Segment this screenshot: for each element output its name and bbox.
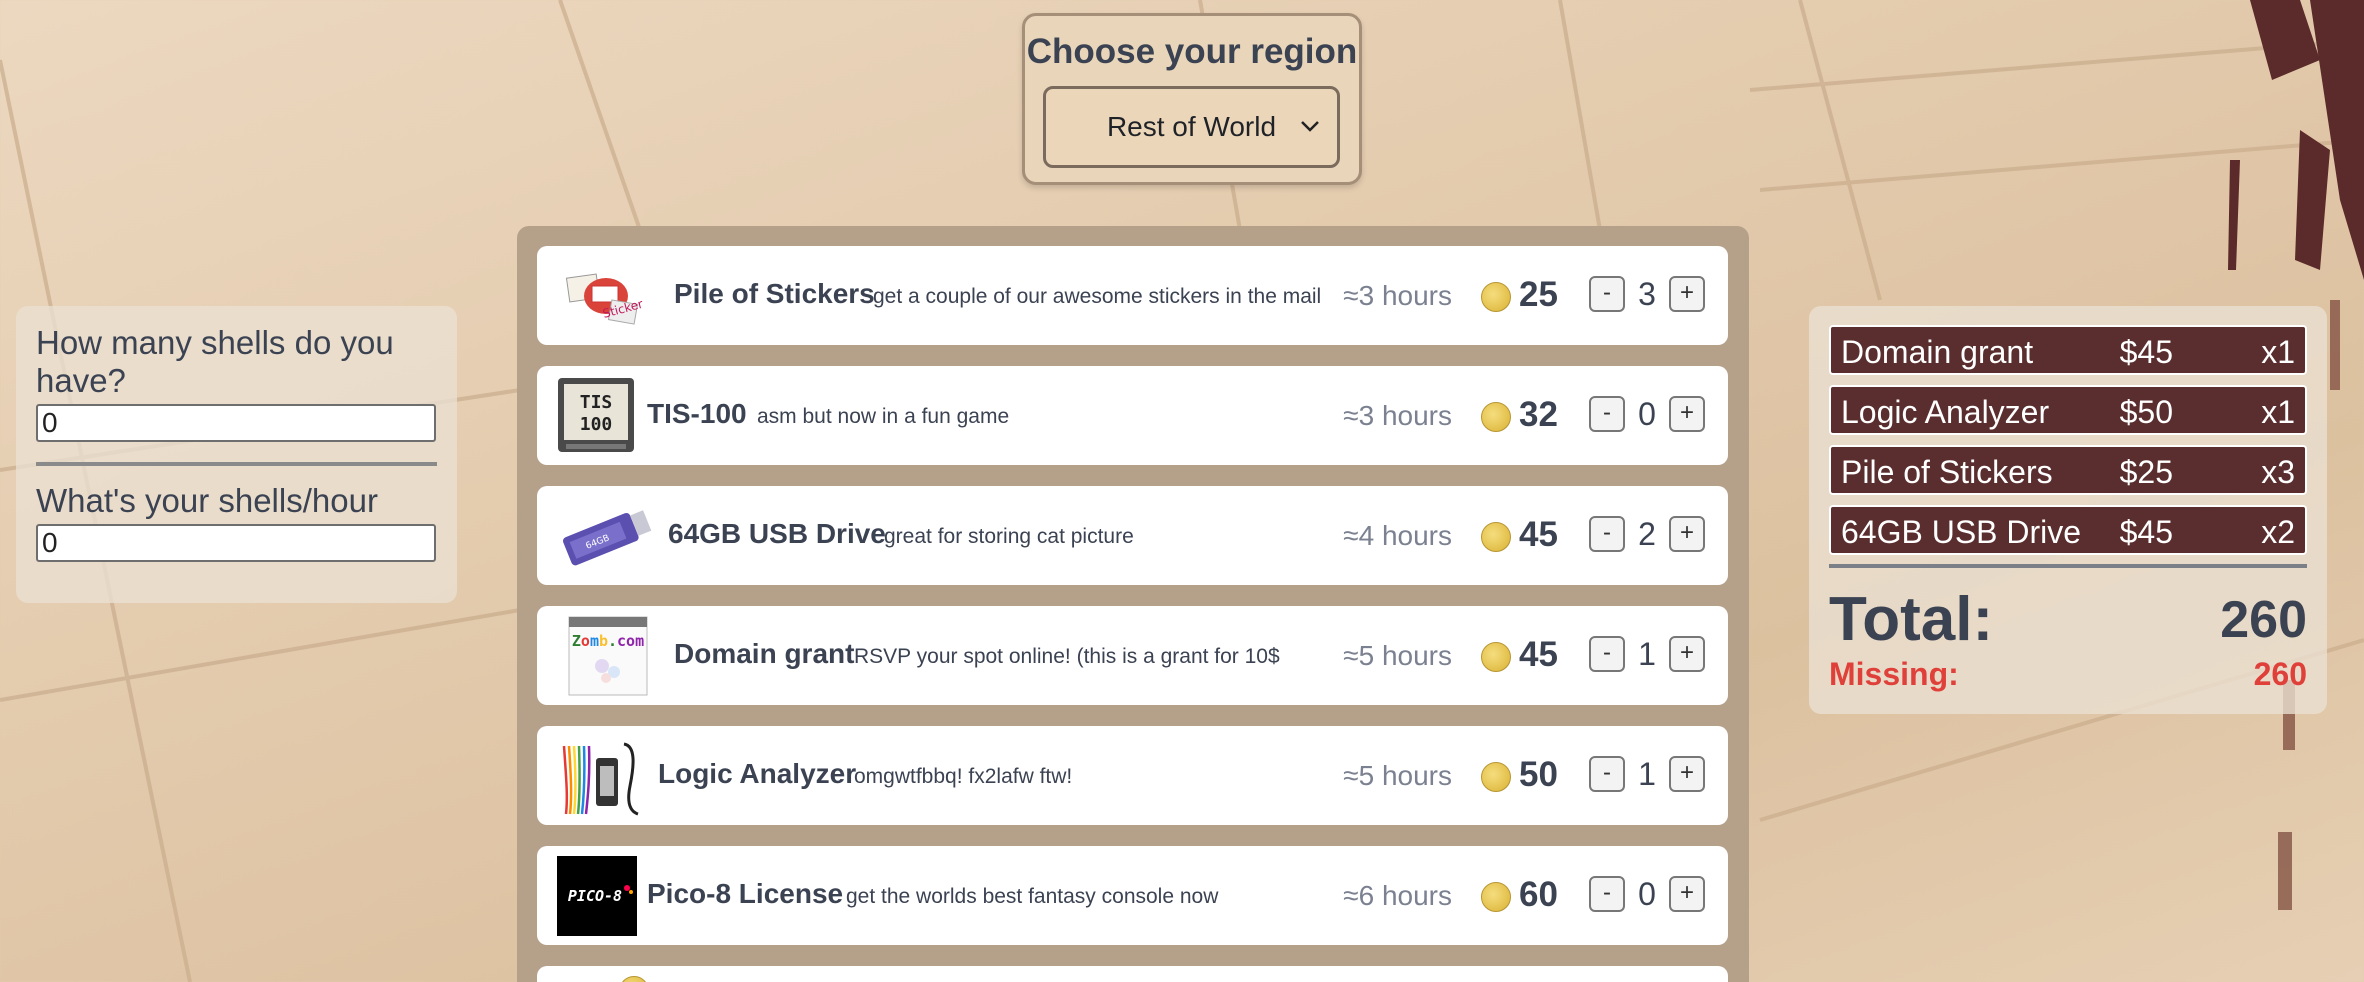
divider <box>36 462 437 466</box>
increase-button[interactable]: + <box>1669 876 1705 912</box>
coin-icon <box>1481 762 1511 792</box>
decrease-button[interactable]: - <box>1589 756 1625 792</box>
decrease-button[interactable]: - <box>1589 876 1625 912</box>
total-label: Total: <box>1829 585 1994 654</box>
decrease-button[interactable]: - <box>1589 276 1625 312</box>
coin-icon <box>1481 522 1511 552</box>
increase-button[interactable]: + <box>1669 516 1705 552</box>
coin-icon <box>1481 282 1511 312</box>
item-price: 32 <box>1519 395 1558 434</box>
item-name: Domain grant <box>674 638 855 669</box>
item-quantity: 1 <box>1638 636 1656 672</box>
decrease-button[interactable]: - <box>1589 396 1625 432</box>
cart-item-count: x1 <box>2261 334 2295 370</box>
shop-item: TIS 100 TIS-100 asm but now in a fun gam… <box>537 366 1728 465</box>
logic-analyzer-image <box>562 742 639 816</box>
item-quantity: 0 <box>1638 396 1656 432</box>
item-price: 25 <box>1519 275 1558 314</box>
item-hours: ≈6 hours <box>1343 880 1452 911</box>
pico-8-image: PICO-8 <box>557 856 637 936</box>
item-price: 45 <box>1519 635 1558 674</box>
item-price: 45 <box>1519 515 1558 554</box>
item-description: get the worlds best fantasy console now <box>846 885 1219 908</box>
cart-item-name: 64GB USB Drive <box>1841 514 2082 550</box>
item-name: Pico-8 License <box>647 878 844 909</box>
increase-button[interactable]: + <box>1669 276 1705 312</box>
svg-text:PICO-8: PICO-8 <box>568 887 622 905</box>
item-quantity: 1 <box>1638 756 1656 792</box>
region-select-value: Rest of World <box>1106 111 1277 142</box>
shells-label: How many shells do you have? <box>36 324 394 399</box>
increase-button[interactable]: + <box>1669 636 1705 672</box>
cart-item-name: Logic Analyzer <box>1841 394 2050 430</box>
cart-item-count: x2 <box>2261 514 2295 550</box>
stickers-image: Sticker <box>565 273 644 325</box>
item-description: asm but now in a fun game <box>757 405 1010 428</box>
usb-drive-image: 64GB <box>563 510 652 566</box>
divider <box>1829 564 2307 568</box>
item-name: Logic Analyzer <box>658 758 857 789</box>
shop-item <box>537 966 1728 982</box>
cart-item-name: Pile of Stickers <box>1841 454 2053 490</box>
item-quantity: 0 <box>1638 876 1656 912</box>
item-hours: ≈5 hours <box>1343 640 1452 671</box>
item-description: get a couple of our awesome stickers in … <box>873 285 1322 308</box>
item-description: omgwtfbbq! fx2lafw ftw! <box>854 765 1073 788</box>
cart-item-count: x3 <box>2261 454 2295 490</box>
missing-label: Missing: <box>1829 656 1959 692</box>
cart-item-name: Domain grant <box>1841 334 2034 370</box>
coin-icon <box>619 976 649 982</box>
shop-item: PICO-8 Pico-8 License get the worlds bes… <box>537 846 1728 945</box>
svg-text:Zomb.com: Zomb.com <box>572 632 644 650</box>
increase-button[interactable]: + <box>1669 756 1705 792</box>
item-quantity: 2 <box>1638 516 1656 552</box>
cart-row: 64GB USB Drive $45 x2 <box>1829 505 2307 555</box>
decrease-button[interactable]: - <box>1589 516 1625 552</box>
svg-text:TIS: TIS <box>580 392 613 413</box>
cart-row: Domain grant $45 x1 <box>1829 325 2307 375</box>
shop-item: 64GB 64GB USB Drive great for storing ca… <box>537 486 1728 585</box>
cart-item-price: $25 <box>2119 454 2173 490</box>
shell-calculator-panel: How many shells do you have? What's your… <box>16 306 457 603</box>
item-hours: ≈4 hours <box>1343 520 1452 551</box>
region-select[interactable]: Rest of World <box>1043 86 1340 168</box>
item-price: 60 <box>1519 875 1558 914</box>
increase-button[interactable]: + <box>1669 396 1705 432</box>
region-selector-panel: Choose your region Rest of World <box>1022 13 1362 185</box>
item-price: 50 <box>1519 755 1558 794</box>
item-hours: ≈3 hours <box>1343 400 1452 431</box>
coin-icon <box>1481 642 1511 672</box>
shop-item: Logic Analyzer omgwtfbbq! fx2lafw ftw! ≈… <box>537 726 1728 825</box>
cart-item-price: $45 <box>2119 334 2173 370</box>
svg-text:100: 100 <box>580 414 613 435</box>
total-value: 260 <box>2220 591 2307 649</box>
item-name: TIS-100 <box>647 398 747 429</box>
decrease-button[interactable]: - <box>1589 636 1625 672</box>
item-hours: ≈3 hours <box>1343 280 1452 311</box>
region-title: Choose your region <box>1026 32 1358 71</box>
shop-item: Zomb.com Domain grant RSVP your spot onl… <box>537 606 1728 705</box>
chevron-down-icon <box>1301 121 1319 132</box>
shells-input[interactable] <box>36 404 436 442</box>
cart-summary-panel: Domain grant $45 x1 Logic Analyzer $50 x… <box>1809 306 2327 714</box>
item-name: 64GB USB Drive <box>668 518 886 549</box>
item-description: RSVP your spot online! (this is a grant … <box>854 645 1280 668</box>
domain-image: Zomb.com <box>568 616 648 696</box>
item-description: great for storing cat picture <box>884 525 1134 548</box>
item-name: Pile of Stickers <box>674 278 875 309</box>
rate-input[interactable] <box>36 524 436 562</box>
cart-row: Logic Analyzer $50 x1 <box>1829 385 2307 435</box>
cart-item-count: x1 <box>2261 394 2295 430</box>
item-quantity: 3 <box>1638 276 1656 312</box>
coin-icon <box>1481 882 1511 912</box>
cart-row: Pile of Stickers $25 x3 <box>1829 445 2307 495</box>
coin-icon <box>1481 402 1511 432</box>
cart-item-price: $50 <box>2119 394 2173 430</box>
missing-value: 260 <box>2253 656 2307 692</box>
shop-item: Sticker Pile of Stickers get a couple of… <box>537 246 1728 345</box>
rate-label: What's your shells/hour <box>36 482 378 519</box>
cart-item-price: $45 <box>2119 514 2173 550</box>
tis-100-image: TIS 100 <box>558 378 634 452</box>
item-hours: ≈5 hours <box>1343 760 1452 791</box>
